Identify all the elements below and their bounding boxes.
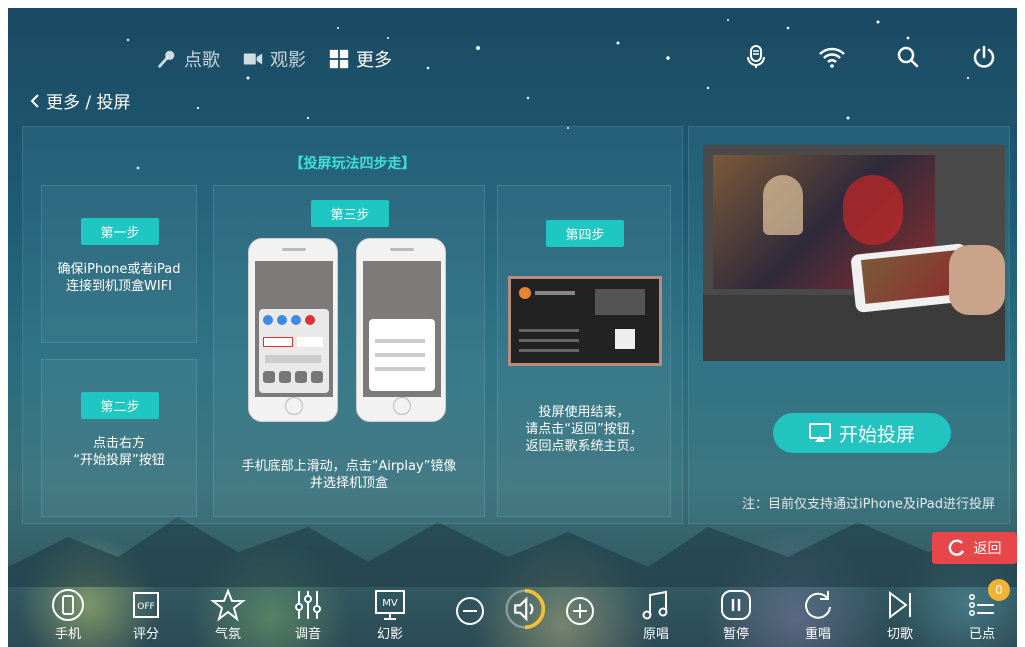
volume-indicator[interactable]: [495, 587, 555, 631]
replay-icon: [805, 591, 831, 619]
toolbar-label: 原唱: [642, 627, 669, 642]
plus-circle-icon: [566, 597, 594, 625]
mv-icon: MV: [375, 590, 405, 620]
step1-text-line2: 连接到机顶盒WIFI: [66, 279, 172, 294]
star-icon: [210, 588, 246, 622]
toolbar-label: 重唱: [804, 627, 831, 642]
bottom-toolbar: 手机 OFF 评分 气氛 调音 MV 幻影 原唱 暂停 重唱 切歌 0 已点: [8, 579, 1017, 647]
toolbar-label: 气氛: [214, 627, 241, 642]
video-camera-icon: [243, 53, 263, 65]
wifi-button[interactable]: [817, 42, 847, 72]
screencast-preview-image: [703, 145, 1005, 361]
volume-down-button[interactable]: [440, 593, 500, 629]
toolbar-mv[interactable]: MV 幻影: [360, 587, 420, 642]
step2-badge: 第二步: [81, 392, 159, 419]
grid-icon: [329, 49, 349, 69]
phone-screen: [363, 261, 441, 397]
top-icon-bar: [741, 42, 999, 72]
step1-badge: 第一步: [81, 218, 159, 245]
step1-text-line1: 确保iPhone或者iPad: [57, 262, 181, 277]
step4-text-line2: 请点击“返回”按钮，: [525, 422, 643, 437]
step1-box: 第一步 确保iPhone或者iPad 连接到机顶盒WIFI: [41, 185, 197, 343]
step2-box: 第二步 点击右方 “开始投屏”按钮: [41, 359, 197, 517]
toolbar-atmosphere[interactable]: 气氛: [198, 587, 258, 642]
toolbar-label: 暂停: [722, 627, 749, 642]
microphone-icon: [158, 50, 175, 68]
start-screencast-label: 开始投屏: [838, 423, 915, 446]
toolbar-pause[interactable]: 暂停: [706, 587, 766, 642]
toolbar-original-vocal[interactable]: 原唱: [626, 587, 686, 642]
search-icon: [897, 46, 919, 68]
step4-box: 第四步 投屏使用结束， 请点击“返回”按钮， 返回点歌系统主页。: [497, 185, 671, 517]
step3-text-line1: 手机底部上滑动，点击“Airplay”镜像: [241, 459, 457, 474]
phone-home-button: [393, 397, 411, 415]
toolbar-label: 评分: [132, 627, 159, 642]
score-off-text: OFF: [137, 602, 154, 612]
equalizer-icon: [295, 591, 321, 619]
support-note: 注：目前仅支持通过iPhone及iPad进行投屏: [742, 497, 995, 512]
back-refresh-icon: [948, 539, 964, 556]
step3-text-line2: 并选择机顶盒: [309, 476, 388, 491]
screen-cast-icon: [808, 423, 831, 442]
toolbar-phone[interactable]: 手机: [38, 587, 98, 642]
skip-icon: [889, 591, 911, 619]
nav-item-more[interactable]: 更多: [328, 46, 392, 72]
nav-label: 观影: [270, 50, 306, 71]
mv-text: MV: [382, 598, 398, 609]
step2-text-line1: 点击右方: [92, 436, 145, 451]
step3-box: 第三步 手机底部上滑动，点击“Airplay”镜像 并选择机顶盒: [213, 185, 485, 517]
nav-label: 更多: [356, 50, 392, 71]
toolbar-replay[interactable]: 重唱: [788, 587, 848, 642]
phone-speaker: [390, 248, 414, 251]
toolbar-tuning[interactable]: 调音: [278, 587, 338, 642]
step2-text-line2: “开始投屏”按钮: [73, 453, 165, 468]
panel-title: 【投屏玩法四步走】: [289, 156, 416, 172]
breadcrumb-text: 更多 / 投屏: [46, 93, 131, 113]
chevron-left-icon: [30, 93, 39, 108]
toolbar-label: 幻影: [376, 627, 403, 642]
step4-badge: 第四步: [546, 220, 624, 247]
nav-item-songs[interactable]: 点歌: [156, 46, 220, 72]
queued-count-badge: 0: [988, 579, 1010, 601]
toolbar-queued[interactable]: 0 已点: [952, 579, 1012, 642]
app-screen: 点歌 观影 更多 更多 / 投屏 【投屏玩法四步走】 第一步 确保iPhone或…: [8, 8, 1017, 647]
speaker-icon: [505, 588, 546, 630]
minus-circle-icon: [456, 597, 484, 625]
top-nav: 点歌 观影 更多: [156, 46, 392, 72]
back-button-label: 返回: [973, 541, 1002, 557]
screencast-panel: 开始投屏 注：目前仅支持通过iPhone及iPad进行投屏: [688, 126, 1010, 524]
toolbar-label: 已点: [968, 627, 995, 642]
power-button[interactable]: [969, 42, 999, 72]
breadcrumb[interactable]: 更多 / 投屏: [30, 88, 131, 113]
nav-item-movies[interactable]: 观影: [242, 46, 306, 72]
start-screencast-button[interactable]: 开始投屏: [773, 413, 951, 453]
toolbar-label: 手机: [54, 627, 81, 642]
score-off-icon: OFF: [133, 592, 159, 618]
step3-badge: 第三步: [311, 200, 389, 227]
toolbar-label: 调音: [294, 627, 321, 642]
nav-label: 点歌: [184, 50, 220, 71]
tv-screen-illustration: [508, 276, 662, 366]
toolbar-skip[interactable]: 切歌: [870, 587, 930, 642]
phone-speaker: [282, 248, 306, 251]
toolbar-score[interactable]: OFF 评分: [116, 587, 176, 642]
step4-text-line3: 返回点歌系统主页。: [525, 439, 643, 454]
phone-screen: [255, 261, 333, 397]
pause-icon: [721, 590, 751, 620]
microphone-icon: [747, 45, 765, 68]
phone-illustration-control-center: [248, 238, 338, 422]
step4-text-line1: 投屏使用结束，: [538, 405, 630, 420]
phone-home-button: [285, 397, 303, 415]
volume-up-button[interactable]: [550, 593, 610, 629]
wifi-icon: [819, 47, 845, 68]
back-button[interactable]: 返回: [932, 532, 1017, 564]
toolbar-label: 切歌: [886, 627, 913, 642]
search-button[interactable]: [893, 42, 923, 72]
music-note-icon: [642, 590, 668, 620]
phone-icon: [52, 589, 84, 621]
voice-button[interactable]: [741, 42, 771, 72]
power-icon: [973, 45, 995, 68]
steps-panel: 【投屏玩法四步走】 第一步 确保iPhone或者iPad 连接到机顶盒WIFI …: [22, 126, 683, 524]
phone-illustration-airplay: [356, 238, 446, 422]
